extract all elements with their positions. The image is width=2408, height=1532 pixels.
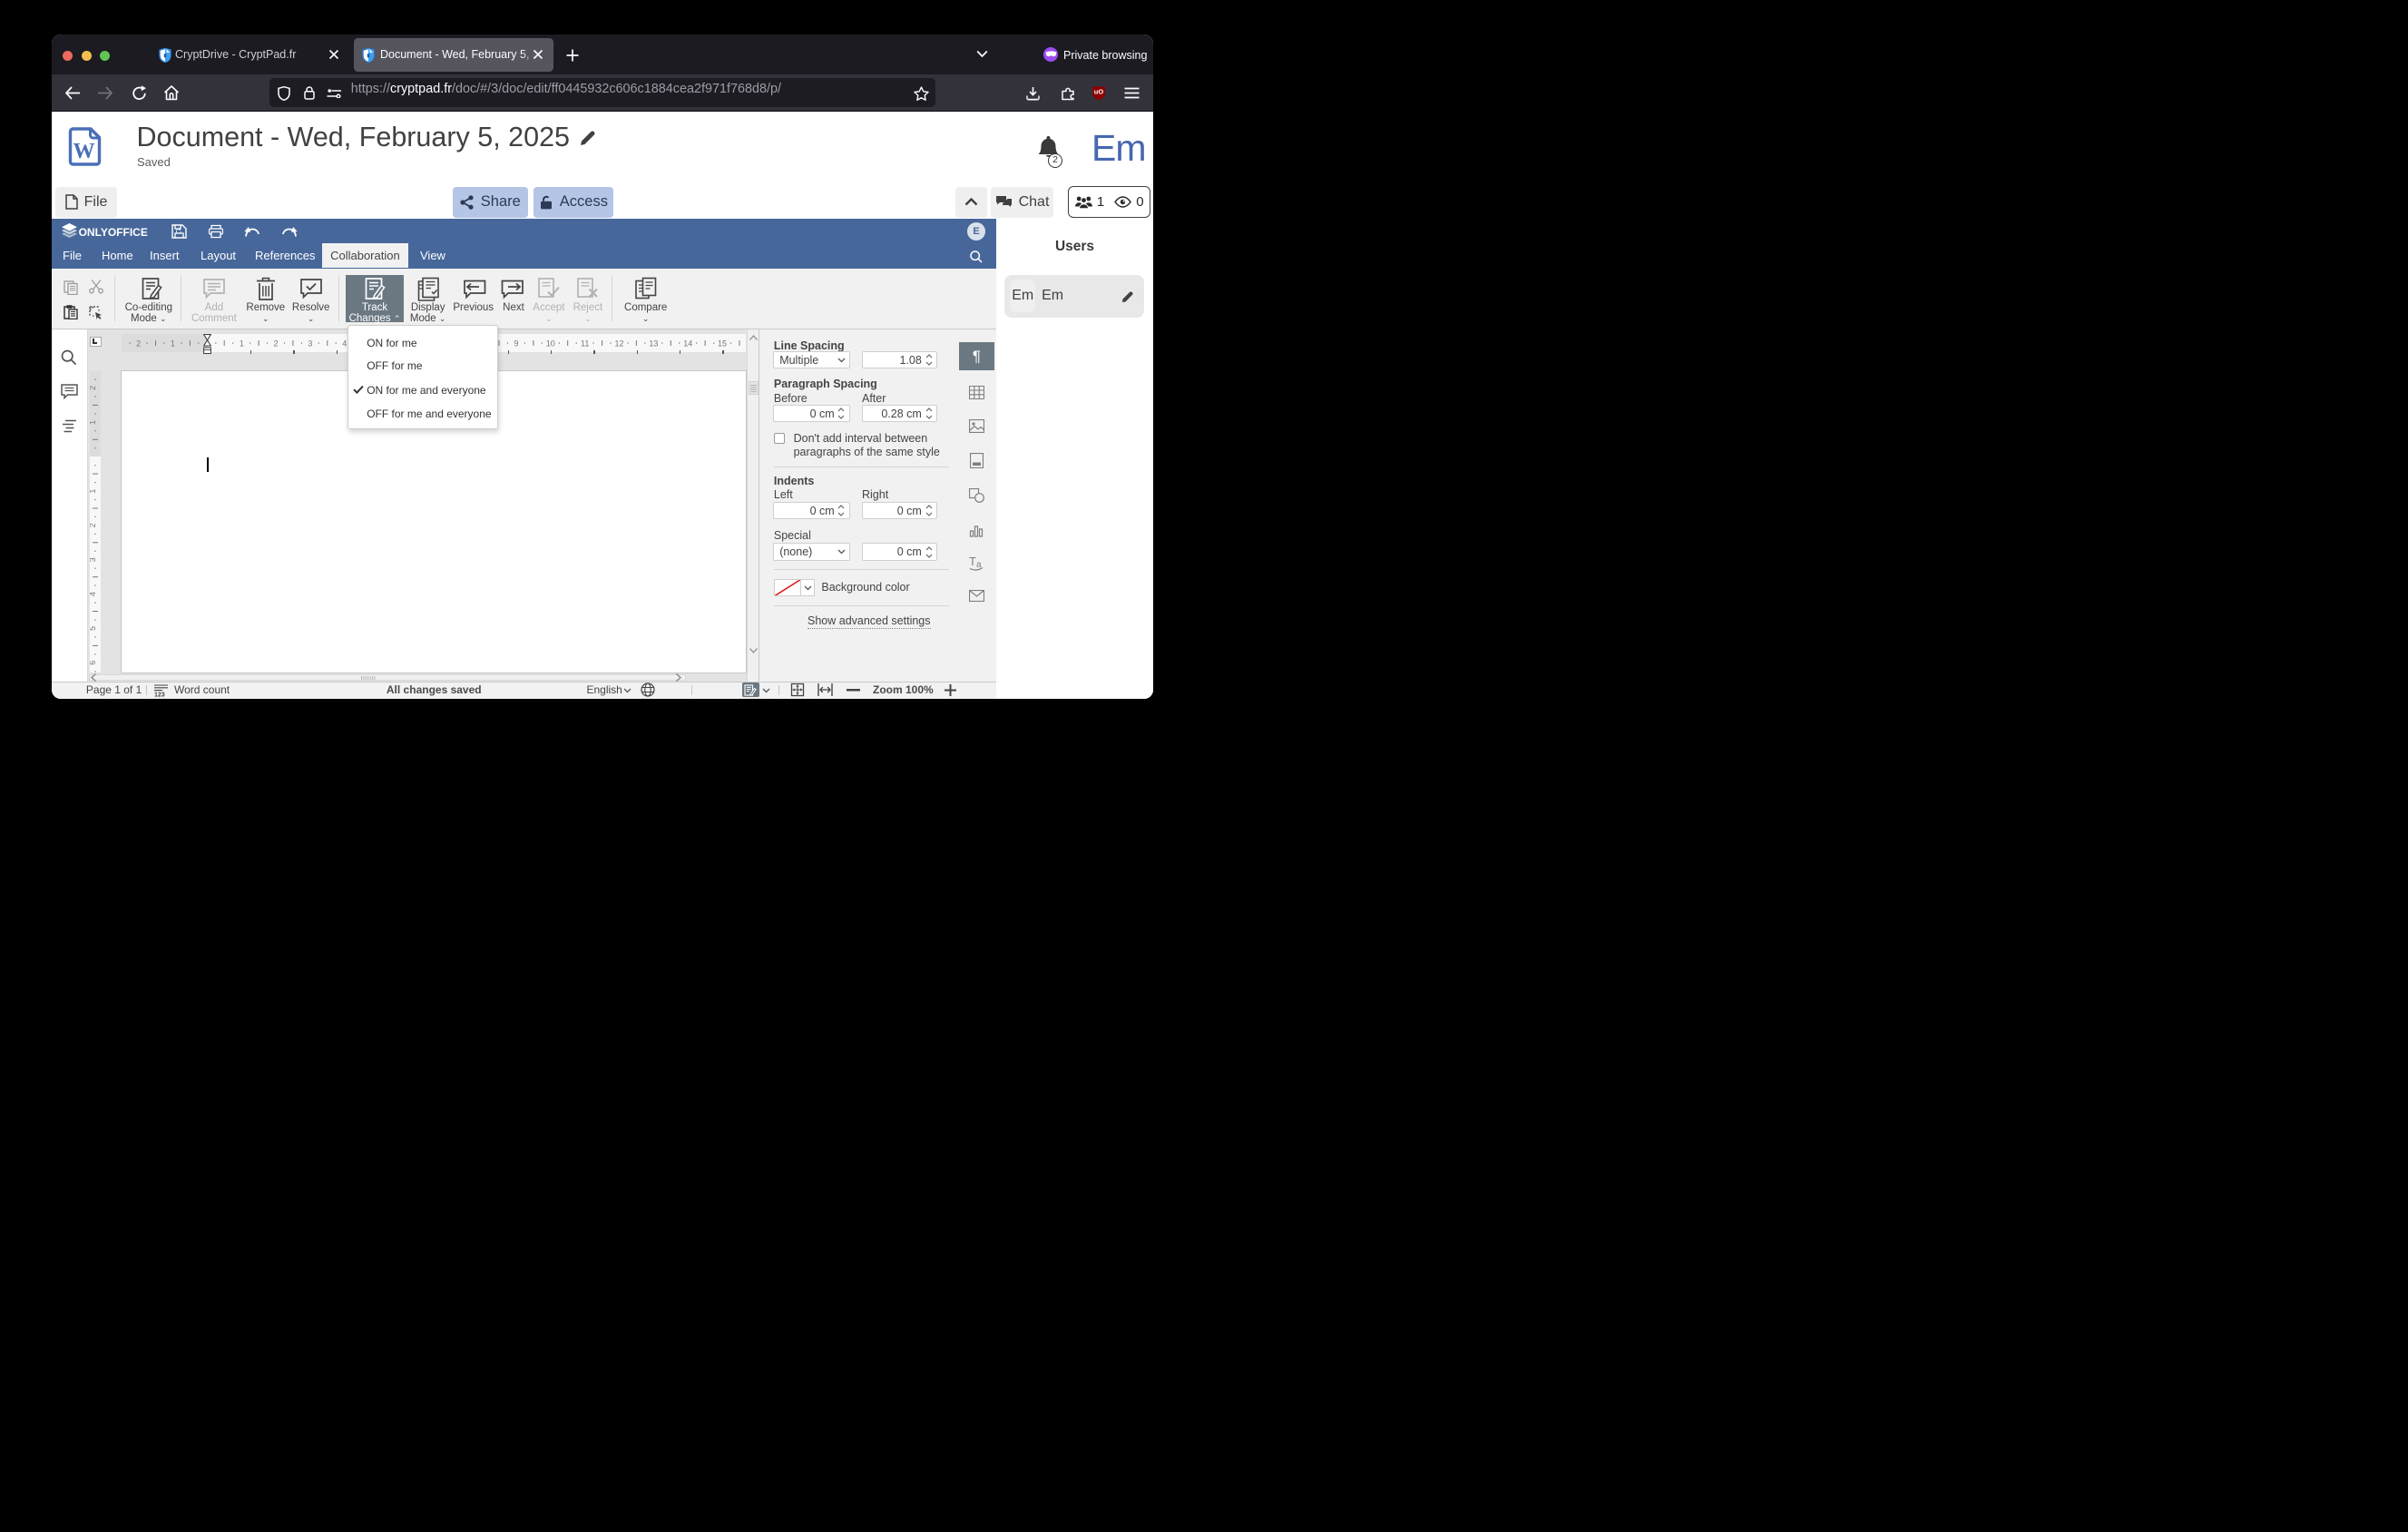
svg-text:10: 10 (546, 339, 555, 348)
svg-text:3: 3 (90, 557, 97, 562)
svg-text:9: 9 (514, 339, 519, 348)
svg-text:2: 2 (90, 523, 97, 527)
svg-text:1: 1 (171, 339, 175, 348)
svg-text:15: 15 (718, 339, 727, 348)
svg-text:13: 13 (650, 339, 659, 348)
svg-text:1: 1 (240, 339, 244, 348)
svg-text:2: 2 (274, 339, 279, 348)
svg-text:uO: uO (1094, 88, 1104, 96)
svg-text:2: 2 (90, 385, 97, 389)
svg-text:3: 3 (308, 339, 313, 348)
svg-text:1: 1 (90, 419, 97, 424)
svg-text:T: T (969, 555, 976, 568)
svg-text:1: 1 (90, 488, 97, 493)
svg-text:123: 123 (154, 692, 165, 696)
svg-text:W: W (73, 140, 95, 163)
svg-text:11: 11 (581, 339, 589, 348)
svg-text:4: 4 (90, 592, 97, 596)
svg-text:2: 2 (136, 339, 141, 348)
svg-text:14: 14 (684, 339, 693, 348)
svg-text:5: 5 (90, 625, 97, 630)
svg-text:12: 12 (615, 339, 624, 348)
svg-text:4: 4 (343, 339, 347, 348)
svg-text:6: 6 (90, 660, 97, 664)
